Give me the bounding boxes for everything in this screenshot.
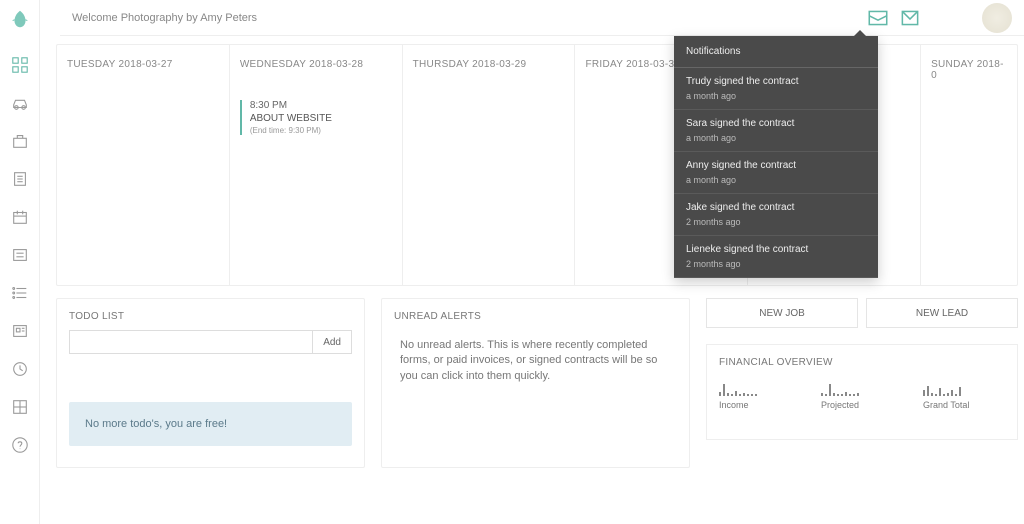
left-sidebar [0,0,40,524]
notification-time: a month ago [686,91,866,101]
todo-panel: TODO LIST Add No more todo's, you are fr… [56,298,365,468]
calendar-icon[interactable] [11,208,29,226]
notification-time: 2 months ago [686,217,866,227]
sparkline-icon [821,380,903,396]
panels-row: TODO LIST Add No more todo's, you are fr… [56,298,1018,468]
notification-item[interactable]: Jake signed the contract 2 months ago [674,194,878,236]
todo-input[interactable] [69,330,312,354]
list-icon[interactable] [11,284,29,302]
notification-time: a month ago [686,175,866,185]
notifications-heading: Notifications [674,36,878,68]
event-title: ABOUT WEBSITE [250,113,392,124]
calendar-day[interactable]: WEDNESDAY 2018-03-28 8:30 PM ABOUT WEBSI… [230,45,403,285]
new-lead-button[interactable]: NEW LEAD [866,298,1018,328]
financial-heading: FINANCIAL OVERVIEW [719,357,1005,368]
notification-item[interactable]: Sara signed the contract a month ago [674,110,878,152]
briefcase-icon[interactable] [11,132,29,150]
right-column: NEW JOB NEW LEAD FINANCIAL OVERVIEW Inco… [706,298,1018,468]
financial-label: Projected [821,400,903,410]
sparkline-icon [719,380,801,396]
day-label: SUNDAY 2018-0 [931,59,1007,81]
event-end: (End time: 9:30 PM) [250,126,392,135]
calendar-day[interactable]: TUESDAY 2018-03-27 [57,45,230,285]
news-icon[interactable] [11,322,29,340]
todo-empty-message: No more todo's, you are free! [69,402,352,446]
welcome-text: Welcome Photography by Amy Peters [72,12,858,24]
calendar-event[interactable]: 8:30 PM ABOUT WEBSITE (End time: 9:30 PM… [240,100,392,135]
calendar-day[interactable]: SUNDAY 2018-0 [921,45,1017,285]
financial-label: Grand Total [923,400,1005,410]
avatar[interactable] [982,3,1012,33]
notification-time: a month ago [686,133,866,143]
car-icon[interactable] [11,94,29,112]
notification-message: Lieneke signed the contract [686,244,866,255]
dashboard-icon[interactable] [11,56,29,74]
event-time: 8:30 PM [250,100,392,111]
top-bar: Welcome Photography by Amy Peters [60,0,1024,36]
invoice-icon[interactable] [11,170,29,188]
todo-heading: TODO LIST [69,311,352,322]
notification-item[interactable]: Lieneke signed the contract 2 months ago [674,236,878,278]
todo-add-button[interactable]: Add [312,330,352,354]
inbox-icon[interactable] [866,6,890,30]
app-logo [9,8,31,30]
day-label: WEDNESDAY 2018-03-28 [240,59,392,70]
financial-item[interactable]: Projected [821,380,903,410]
grid-small-icon[interactable] [11,398,29,416]
alerts-panel: UNREAD ALERTS No unread alerts. This is … [381,298,690,468]
day-label: THURSDAY 2018-03-29 [413,59,565,70]
new-job-button[interactable]: NEW JOB [706,298,858,328]
notification-message: Sara signed the contract [686,118,866,129]
financial-item[interactable]: Income [719,380,801,410]
clock-icon[interactable] [11,360,29,378]
alerts-heading: UNREAD ALERTS [394,311,677,322]
notification-message: Anny signed the contract [686,160,866,171]
financial-item[interactable]: Grand Total [923,380,1005,410]
notification-item[interactable]: Trudy signed the contract a month ago [674,68,878,110]
alerts-empty-message: No unread alerts. This is where recently… [394,338,677,384]
calendar-day[interactable]: THURSDAY 2018-03-29 [403,45,576,285]
notifications-dropdown: Notifications Trudy signed the contract … [674,36,878,278]
financial-panel: FINANCIAL OVERVIEW Income Projected Gran… [706,344,1018,440]
text-icon[interactable] [11,246,29,264]
day-label: TUESDAY 2018-03-27 [67,59,219,70]
notification-message: Trudy signed the contract [686,76,866,87]
notification-time: 2 months ago [686,259,866,269]
help-icon[interactable] [11,436,29,454]
financial-label: Income [719,400,801,410]
sparkline-icon [923,380,1005,396]
notification-item[interactable]: Anny signed the contract a month ago [674,152,878,194]
notification-message: Jake signed the contract [686,202,866,213]
notifications-icon[interactable] [898,6,922,30]
